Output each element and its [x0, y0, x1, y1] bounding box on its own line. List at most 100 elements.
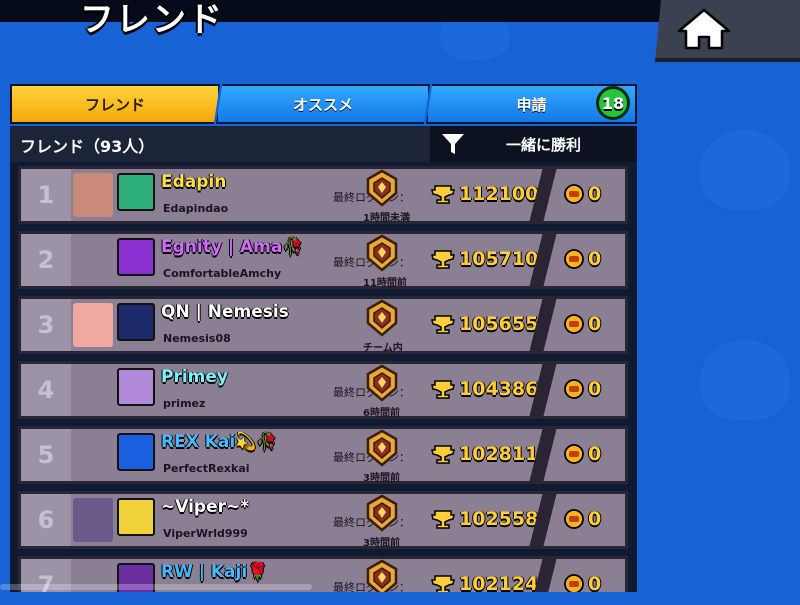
trophy-value: 102124 — [459, 573, 539, 592]
last-login-time: 1時間未満 — [363, 213, 410, 224]
friend-skin-portrait — [73, 173, 113, 217]
friend-name: REX Kai💫🥀 — [161, 432, 278, 452]
club-trophy-icon — [564, 444, 584, 464]
friend-row[interactable]: 4Primeyprimez最終ログイン：6時間前1043860 — [18, 361, 628, 419]
club-trophy-count: 0 — [563, 443, 601, 465]
club-trophy-icon — [564, 509, 584, 529]
friend-rank-number: 2 — [21, 234, 71, 286]
tab-friends[interactable]: フレンド — [10, 84, 220, 124]
club-trophy-count: 0 — [563, 183, 601, 205]
trophy-icon — [431, 185, 455, 204]
rank-badge-icon — [366, 234, 398, 272]
friend-name: Primey — [161, 367, 228, 387]
trophy-count: 105655 — [431, 313, 538, 335]
trophy-value: 105710 — [459, 248, 539, 270]
club-trophy-icon — [564, 249, 584, 269]
friend-rank-number: 3 — [21, 299, 71, 351]
friend-row[interactable]: 3 QN | Nemesis Nemesis08 チーム内 105655 0 — [18, 296, 628, 354]
friend-row[interactable]: 2Egnity | Ama🥀ComfortableAmchy最終ログイン：11時… — [18, 231, 628, 289]
friend-name: Edapin — [161, 172, 227, 192]
club-trophy-value: 0 — [588, 443, 602, 465]
page-title: フレンド — [80, 0, 224, 40]
last-login-time: 3時間前 — [363, 538, 400, 549]
horizontal-scrollbar[interactable] — [0, 584, 312, 590]
club-trophy-count: 0 — [563, 248, 601, 270]
club-trophy-value: 0 — [588, 508, 602, 530]
trophy-icon — [431, 250, 455, 269]
filter-button[interactable]: 一緒に勝利 — [430, 126, 637, 162]
club-trophy-count: 0 — [563, 573, 601, 592]
trophy-count: 102124 — [431, 573, 538, 592]
friend-tag: ComfortableAmchy — [163, 267, 282, 280]
trophy-value: 112100 — [459, 183, 539, 205]
friends-subbar: フレンド（93人） 一緒に勝利 — [10, 126, 637, 162]
tab-bar: フレンド オススメ 申請 18 — [10, 84, 637, 126]
friend-row[interactable]: 1EdapinEdapindao最終ログイン：1時間未満1121000 — [18, 166, 628, 224]
friend-rank-number: 5 — [21, 429, 71, 481]
friend-name: Egnity | Ama🥀 — [161, 237, 304, 257]
friend-row[interactable]: 6~Viper~*ViperWrld999最終ログイン：3時間前1025580 — [18, 491, 628, 549]
rank-badge-icon — [366, 299, 398, 337]
friend-rank-number: 6 — [21, 494, 71, 546]
trophy-count: 104386 — [431, 378, 538, 400]
trophy-count: 102558 — [431, 508, 538, 530]
club-trophy-value: 0 — [588, 573, 602, 592]
club-trophy-count: 0 — [563, 508, 601, 530]
friend-tag: PerfectRexkai — [163, 462, 250, 475]
club-trophy-value: 0 — [588, 378, 602, 400]
friend-profile-icon[interactable] — [117, 173, 155, 211]
home-button[interactable] — [655, 0, 800, 62]
rank-badge-icon — [366, 364, 398, 402]
friend-name: ~Viper~* — [161, 497, 250, 517]
home-icon — [677, 8, 731, 50]
trophy-icon — [431, 510, 455, 529]
trophy-count: 102811 — [431, 443, 538, 465]
club-trophy-icon — [564, 314, 584, 334]
trophy-value: 104386 — [459, 378, 539, 400]
rank-badge-icon — [366, 169, 398, 207]
trophy-value: 105655 — [459, 313, 539, 335]
friend-profile-icon[interactable] — [117, 238, 155, 276]
last-login-time: 6時間前 — [363, 408, 400, 419]
rank-badge-icon — [366, 429, 398, 467]
friends-list[interactable]: 1EdapinEdapindao最終ログイン：1時間未満11210002Egni… — [10, 162, 637, 592]
trophy-count: 105710 — [431, 248, 538, 270]
friends-count: フレンド（93人） — [20, 137, 155, 156]
last-login-time: チーム内 — [363, 343, 403, 354]
request-count-badge: 18 — [596, 86, 630, 120]
background-skull-decoration — [700, 130, 790, 210]
club-trophy-value: 0 — [588, 248, 602, 270]
tab-requests-label: 申請 — [516, 95, 547, 114]
friend-name: QN | Nemesis — [161, 302, 289, 322]
friend-rank-number: 4 — [21, 364, 71, 416]
friend-skin-portrait — [73, 498, 113, 542]
trophy-icon — [431, 575, 455, 592]
trophy-icon — [431, 315, 455, 334]
trophy-value: 102558 — [459, 508, 539, 530]
friend-name: RW | Kaji🌹 — [161, 562, 269, 582]
trophy-value: 102811 — [459, 443, 539, 465]
friend-tag: ViperWrld999 — [163, 527, 248, 540]
last-login-time: 11時間前 — [363, 278, 407, 289]
trophy-count: 112100 — [431, 183, 538, 205]
last-login-time: 3時間前 — [363, 473, 400, 484]
friend-profile-icon[interactable] — [117, 498, 155, 536]
club-trophy-value: 0 — [588, 313, 602, 335]
friend-profile-icon[interactable] — [117, 368, 155, 406]
friend-tag: Edapindao — [163, 202, 229, 215]
trophy-icon — [431, 380, 455, 399]
friend-profile-icon[interactable] — [117, 303, 155, 341]
filter-label: 一緒に勝利 — [506, 135, 582, 154]
rank-badge-icon — [366, 559, 398, 592]
club-trophy-count: 0 — [563, 378, 601, 400]
friend-row[interactable]: 5REX Kai💫🥀PerfectRexkai最終ログイン：3時間前102811… — [18, 426, 628, 484]
friend-tag: Nemesis08 — [163, 332, 231, 345]
friend-profile-icon[interactable] — [117, 433, 155, 471]
club-trophy-icon — [564, 184, 584, 204]
club-trophy-icon — [564, 574, 584, 592]
club-trophy-icon — [564, 379, 584, 399]
tab-recommended[interactable]: オススメ — [216, 84, 430, 124]
filter-icon — [442, 134, 464, 154]
background-skull-decoration — [700, 340, 790, 420]
friend-skin-portrait — [73, 303, 113, 347]
